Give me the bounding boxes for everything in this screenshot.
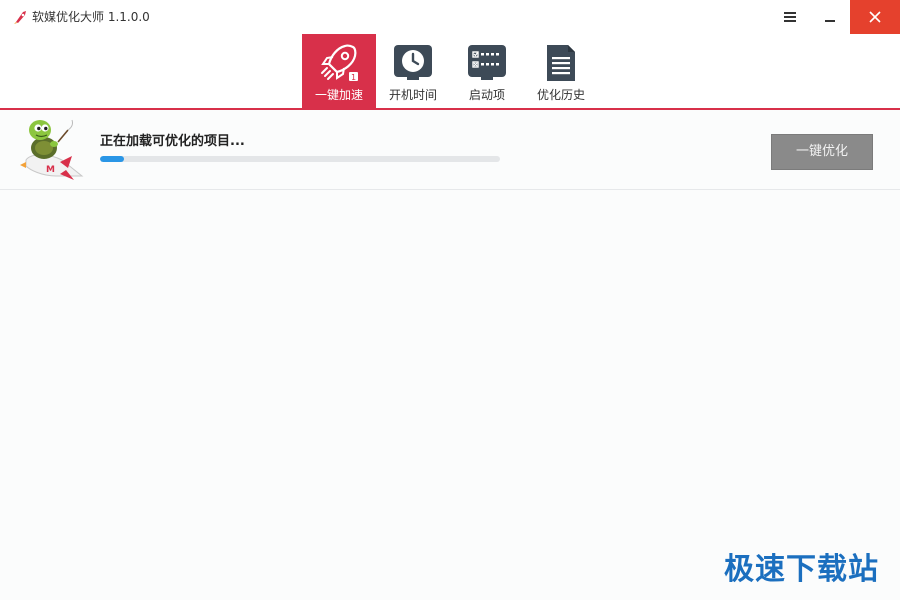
document-icon (547, 45, 575, 81)
tab-label: 开机时间 (388, 88, 437, 102)
main-toolbar: 1 一键加速 开机时间 启动项 优化历史 (0, 34, 900, 108)
loading-progress-fill (100, 156, 124, 162)
startup-list-icon (468, 45, 506, 80)
svg-text:1: 1 (351, 73, 356, 82)
tab-optimization-history[interactable]: 优化历史 (524, 34, 598, 108)
loading-progress-bar (100, 156, 500, 162)
hamburger-icon (784, 12, 796, 22)
loading-status-text: 正在加载可优化的项目... (100, 134, 245, 149)
tab-startup-items[interactable]: 启动项 (450, 34, 524, 108)
minimize-icon (825, 20, 835, 22)
tab-label: 启动项 (468, 88, 505, 102)
status-panel: M 正在加载可优化的项目... 一键优化 (0, 110, 900, 190)
window-title: 软媒优化大师 1.1.0.0 (32, 10, 150, 24)
clock-icon (394, 45, 432, 80)
tab-one-click-speedup[interactable]: 1 一键加速 (302, 34, 376, 108)
app-logo-icon (14, 11, 26, 24)
tab-label: 优化历史 (536, 88, 585, 102)
close-icon (869, 11, 881, 23)
menu-button[interactable] (770, 0, 810, 34)
site-watermark: 极速下载站 (724, 552, 879, 587)
rocket-icon: 1 (321, 44, 358, 82)
turtle-rocket-mascot-icon: M (20, 119, 84, 180)
tab-boot-time[interactable]: 开机时间 (376, 34, 450, 108)
close-button[interactable] (850, 0, 900, 34)
one-click-optimize-button[interactable]: 一键优化 (771, 134, 873, 170)
title-bar: 软媒优化大师 1.1.0.0 (0, 0, 900, 34)
tab-label: 一键加速 (314, 88, 363, 102)
svg-text:M: M (46, 165, 55, 175)
minimize-button[interactable] (810, 0, 850, 34)
